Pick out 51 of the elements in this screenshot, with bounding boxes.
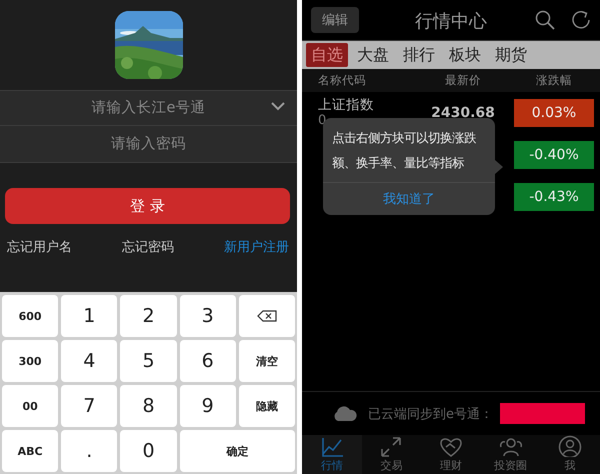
stock-name: 上证指数 bbox=[318, 97, 374, 113]
login-button[interactable]: 登 录 bbox=[5, 188, 290, 224]
line-chart-icon bbox=[320, 435, 344, 457]
column-header: 名称代码 bbox=[318, 73, 367, 88]
market-tab[interactable]: 期货 bbox=[490, 43, 532, 67]
search-icon[interactable] bbox=[535, 10, 555, 30]
password-field[interactable]: 请输入密码 bbox=[0, 126, 297, 162]
refresh-icon[interactable] bbox=[571, 10, 591, 30]
screen-title: 行情中心 bbox=[415, 10, 487, 33]
function-key[interactable]: 600 bbox=[2, 295, 58, 337]
stock-code: 0 bbox=[318, 113, 326, 129]
cloud-icon bbox=[333, 406, 357, 421]
digit-key[interactable]: . bbox=[61, 430, 118, 472]
stock-price: 2430.68 bbox=[430, 105, 496, 121]
digit-key[interactable]: 5 bbox=[120, 340, 177, 382]
column-header: 最新价 bbox=[444, 73, 482, 88]
market-tab[interactable]: 板块 bbox=[444, 43, 486, 67]
person-icon bbox=[558, 435, 582, 457]
change-badge[interactable]: -0.40% bbox=[514, 141, 594, 169]
market-tab[interactable]: 自选 bbox=[306, 43, 348, 67]
digit-key[interactable]: 7 bbox=[61, 385, 118, 427]
chevron-down-icon[interactable] bbox=[271, 102, 285, 111]
confirm-key[interactable]: 确定 bbox=[180, 430, 295, 472]
market-tab[interactable]: 大盘 bbox=[352, 43, 394, 67]
digit-key[interactable]: 3 bbox=[180, 295, 236, 337]
username-field[interactable]: 请输入长江e号通 bbox=[0, 91, 297, 125]
backspace-key[interactable] bbox=[238, 295, 295, 337]
digit-key[interactable]: 0 bbox=[120, 430, 177, 472]
register-link[interactable]: 新用户注册 bbox=[224, 238, 289, 256]
sync-status: 已云端同步到e号通： bbox=[368, 406, 493, 422]
function-key[interactable]: ABC bbox=[2, 430, 58, 472]
digit-key[interactable]: 2 bbox=[120, 295, 177, 337]
forgot-link[interactable]: 忘记用户名 bbox=[7, 238, 72, 256]
market-tab[interactable]: 排行 bbox=[398, 43, 440, 67]
forgot-link[interactable]: 忘记密码 bbox=[122, 238, 174, 256]
change-badge[interactable]: -0.43% bbox=[514, 183, 594, 211]
function-key[interactable]: 00 bbox=[2, 385, 58, 427]
edit-button[interactable]: 编辑 bbox=[311, 7, 359, 33]
digit-key[interactable]: 4 bbox=[61, 340, 118, 382]
diagonal-arrows-icon bbox=[379, 435, 404, 457]
digit-key[interactable]: 1 bbox=[61, 295, 118, 337]
function-key[interactable]: 300 bbox=[2, 340, 58, 382]
tooltip-message: 点击右侧方块可以切换涨跌额、换手率、量比等指标 bbox=[331, 130, 477, 172]
function-key[interactable]: 隐藏 bbox=[238, 385, 295, 427]
column-header: 涨跌幅 bbox=[535, 73, 573, 88]
digit-key[interactable]: 6 bbox=[180, 340, 236, 382]
digit-key[interactable]: 8 bbox=[120, 385, 177, 427]
change-badge[interactable]: 0.03% bbox=[514, 99, 594, 127]
backspace-icon bbox=[256, 310, 277, 322]
function-key[interactable]: 清空 bbox=[238, 340, 295, 382]
digit-key[interactable]: 9 bbox=[180, 385, 236, 427]
